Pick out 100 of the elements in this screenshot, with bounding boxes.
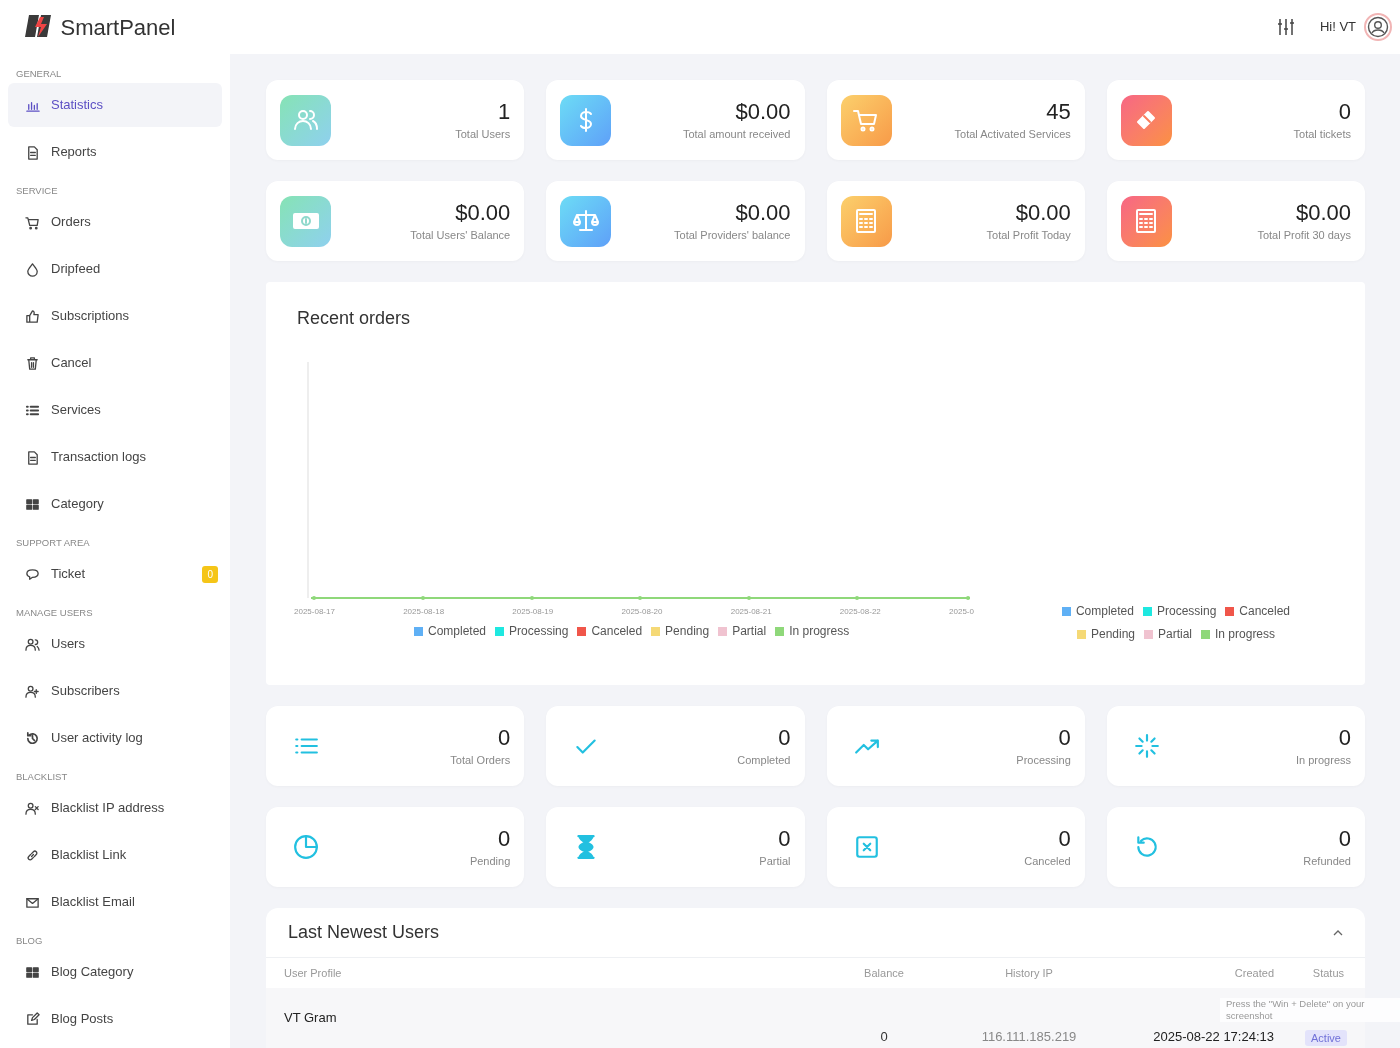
legend-label: Pending [665, 623, 710, 640]
cash-icon [280, 195, 331, 247]
column-header: Status [1311, 965, 1344, 981]
settings-icon[interactable] [1275, 17, 1296, 37]
table-cell-text: 116.111.185.219 [980, 1027, 1078, 1046]
section-heading: GENERAL [15, 66, 63, 81]
dollar-icon [560, 94, 612, 146]
cart-icon [25, 214, 40, 230]
axis-label: 2025-08-21 [730, 606, 772, 618]
sidebar-item[interactable]: Cancel [8, 341, 222, 385]
panel-title: Last Newest Users [288, 921, 440, 944]
status-badge: Active [1305, 1029, 1347, 1046]
stat-label: Total Activated Services [954, 126, 1071, 142]
sidebar-item[interactable]: Blacklist Email [8, 880, 222, 924]
axis-label: 2025-08-19 [512, 606, 554, 618]
stat-label: In progress [1295, 752, 1351, 768]
history-icon [25, 730, 40, 746]
sidebar-item[interactable]: Statistics [8, 83, 222, 127]
pie-chart-icon [293, 834, 319, 860]
sidebar-item[interactable]: Blog Category [8, 950, 222, 994]
count-badge: 0 [202, 565, 218, 583]
stat-label: Total Profit 30 days [1257, 227, 1351, 243]
section-heading: MANAGE USERS [15, 605, 94, 620]
section-heading: SUPPORT AREA [15, 535, 91, 550]
sidebar-item[interactable]: Category [8, 482, 222, 526]
sidebar-item[interactable]: Reports [8, 130, 222, 174]
table-cell-text: 0 [879, 1027, 889, 1046]
stat-value: $0.00 [735, 198, 791, 227]
legend-label: In progress [789, 623, 850, 640]
sidebar-item[interactable]: Services [8, 388, 222, 432]
user-plus-icon [25, 683, 40, 699]
stat-label: Completed [737, 752, 791, 768]
user-x-icon [25, 800, 40, 816]
legend-label: Canceled [591, 623, 643, 640]
stat-label: Pending [469, 853, 511, 869]
column-header: History IP [1004, 965, 1054, 981]
sidebar-item[interactable]: User activity log [8, 716, 222, 760]
stat-value: 0 [1058, 723, 1071, 752]
legend-label: Partial [1158, 626, 1192, 643]
grid-icon [25, 496, 40, 512]
sidebar-item[interactable]: Subscribers [8, 669, 222, 713]
stat-value: 0 [1058, 824, 1071, 853]
sidebar-item[interactable]: Users [8, 622, 222, 666]
stat-label: Total amount received [682, 126, 791, 142]
sidebar-item[interactable]: Blog Posts [8, 997, 222, 1041]
thumbs-up-icon [25, 308, 40, 324]
stat-label: Processing [1016, 752, 1071, 768]
stat-value: 0 [498, 723, 511, 752]
column-header: Balance [863, 965, 905, 981]
grid-icon [25, 964, 40, 980]
stat-value: $0.00 [1295, 198, 1351, 227]
legend-label: Partial [732, 623, 767, 640]
stat-value: 0 [1338, 97, 1351, 126]
user-greeting: Hi! VT [1319, 18, 1356, 37]
axis-label: 2025-0 [949, 606, 974, 618]
sidebar-item[interactable]: Blacklist Link [8, 833, 222, 877]
axis-label: 2025-08-17 [294, 606, 335, 618]
stat-label: Canceled [1024, 853, 1071, 869]
stat-value: $0.00 [455, 198, 511, 227]
stat-label: Total Profit Today [986, 227, 1071, 243]
ticket-icon [1120, 94, 1172, 146]
drop-icon [25, 261, 40, 277]
axis-label: 2025-08-18 [403, 606, 445, 618]
column-header: User Profile [284, 965, 343, 981]
hint-toast: Press the "Win + Delete" on your screenshot [1220, 998, 1400, 1022]
stat-label: Total Orders [450, 752, 511, 768]
edit-icon [25, 1011, 40, 1027]
stat-label: Total tickets [1293, 126, 1351, 142]
stat-label: Total Providers' balance [674, 227, 791, 243]
legend-label: Completed [1075, 603, 1134, 620]
sidebar-item[interactable]: Blacklist IP address [8, 786, 222, 830]
spinner-icon [1133, 733, 1160, 759]
link-icon [25, 847, 40, 863]
axis-label: 2025-08-22 [839, 606, 881, 618]
stat-value: 0 [498, 824, 511, 853]
stat-value: 0 [778, 723, 791, 752]
cart-icon [840, 94, 892, 146]
collapse-icon[interactable] [1333, 929, 1343, 936]
calculator-icon [840, 195, 892, 247]
column-header: Created [1233, 965, 1274, 981]
panel-title: Recent orders [297, 307, 411, 330]
document-icon [25, 449, 40, 465]
legend-label: Processing [509, 623, 569, 640]
sidebar-item[interactable]: Ticket 0 [8, 552, 222, 596]
users-icon [25, 636, 40, 652]
sidebar-item[interactable]: Orders [8, 200, 222, 244]
avatar-icon[interactable] [1364, 13, 1392, 41]
scales-icon [560, 195, 612, 247]
sidebar-item[interactable]: Transaction logs [8, 435, 222, 479]
stat-label: Refunded [1303, 853, 1351, 869]
stat-value: 0 [1338, 824, 1351, 853]
sidebar-item[interactable]: Dripfeed [8, 247, 222, 291]
stat-value: 45 [1046, 97, 1071, 126]
stat-value: 1 [498, 97, 511, 126]
section-heading: SERVICE [15, 183, 59, 198]
legend-label: Canceled [1239, 603, 1291, 620]
trash-icon [25, 355, 40, 371]
legend-label: In progress [1215, 626, 1276, 643]
sidebar-item[interactable]: Subscriptions [8, 294, 222, 338]
axis-label: 2025-08-20 [621, 606, 663, 618]
